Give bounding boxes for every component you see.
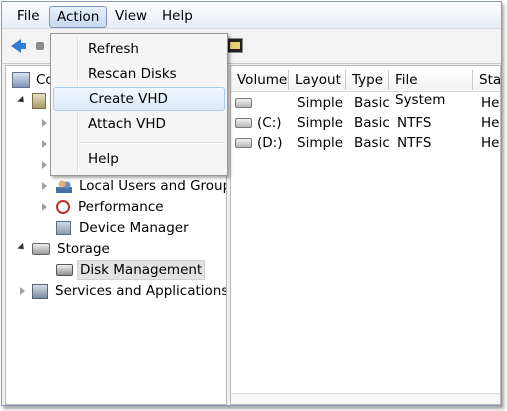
cell-fs: NTFS bbox=[397, 135, 432, 151]
menu-action[interactable]: Action bbox=[49, 6, 108, 28]
tree-local-users[interactable]: Local Users and Groups bbox=[56, 176, 227, 196]
menu-item-help[interactable]: Help bbox=[53, 147, 225, 171]
cell-type: Basic bbox=[354, 95, 390, 111]
cell-layout: Simple bbox=[297, 135, 344, 151]
storage-icon bbox=[32, 243, 50, 255]
menu-bar: File Action View Help bbox=[2, 2, 501, 29]
menu-view[interactable]: View bbox=[108, 6, 154, 26]
cell-layout: Simple bbox=[297, 115, 344, 131]
menu-separator bbox=[81, 142, 223, 144]
cell-type: Basic bbox=[354, 115, 390, 131]
col-layout[interactable]: Layout bbox=[289, 70, 346, 90]
expand-event-viewer-icon[interactable] bbox=[40, 140, 49, 149]
volume-icon bbox=[235, 118, 252, 128]
col-type[interactable]: Type bbox=[346, 70, 389, 90]
cell-type: Basic bbox=[354, 135, 390, 151]
tree-services[interactable]: Services and Applications bbox=[32, 281, 227, 301]
horizontal-scrollbar[interactable] bbox=[231, 393, 500, 404]
expand-task-scheduler-icon[interactable] bbox=[40, 119, 49, 128]
cell-volume: (C:) bbox=[257, 115, 282, 131]
users-icon bbox=[56, 179, 72, 193]
tree-performance-label: Performance bbox=[78, 199, 164, 215]
services-icon bbox=[32, 283, 48, 299]
tree-performance[interactable]: Performance bbox=[56, 197, 166, 217]
volume-list[interactable]: Volume Layout Type File System Stat Simp… bbox=[230, 65, 501, 405]
col-status[interactable]: Stat bbox=[473, 70, 500, 90]
mmc-window: File Action View Help Co Local Users and… bbox=[1, 1, 502, 406]
cell-status: Hea bbox=[481, 115, 500, 131]
menu-item-create-vhd[interactable]: Create VHD bbox=[53, 87, 225, 111]
tree-device-manager[interactable]: Device Manager bbox=[56, 218, 191, 238]
action-menu: Refresh Rescan Disks Create VHD Attach V… bbox=[50, 33, 228, 176]
cell-layout: Simple bbox=[297, 95, 344, 111]
cell-volume: (D:) bbox=[257, 135, 283, 151]
expand-shared-folders-icon[interactable] bbox=[40, 161, 49, 170]
forward-icon[interactable] bbox=[36, 42, 44, 50]
expand-performance-icon[interactable] bbox=[40, 203, 49, 212]
computer-management-icon bbox=[12, 72, 30, 88]
performance-icon bbox=[56, 200, 70, 214]
cell-status: Hea bbox=[481, 95, 500, 111]
menu-file[interactable]: File bbox=[10, 6, 47, 26]
disk-management-icon bbox=[56, 264, 73, 276]
menu-help[interactable]: Help bbox=[155, 6, 200, 26]
cell-status: Hea bbox=[481, 135, 500, 151]
volume-icon bbox=[235, 138, 252, 148]
expand-local-users-icon[interactable] bbox=[40, 182, 49, 191]
menu-item-attach-vhd[interactable]: Attach VHD bbox=[53, 112, 225, 136]
volume-icon bbox=[235, 98, 252, 108]
system-tools-icon bbox=[32, 93, 46, 109]
tree-storage-label: Storage bbox=[57, 241, 110, 257]
expand-system-tools-icon[interactable] bbox=[17, 95, 27, 107]
cell-fs: NTFS bbox=[397, 115, 432, 131]
console-icon[interactable] bbox=[227, 38, 243, 53]
menu-item-rescan-disks[interactable]: Rescan Disks bbox=[53, 62, 225, 86]
tree-disk-management-label: Disk Management bbox=[77, 260, 206, 280]
expand-services-icon[interactable] bbox=[18, 287, 27, 296]
col-file-system[interactable]: File System bbox=[389, 70, 473, 108]
tree-device-manager-label: Device Manager bbox=[79, 220, 189, 236]
tree-storage[interactable]: Storage bbox=[32, 239, 112, 259]
col-volume[interactable]: Volume bbox=[231, 70, 289, 90]
collapse-storage-icon[interactable] bbox=[17, 242, 27, 254]
tree-disk-management[interactable]: Disk Management bbox=[56, 260, 206, 280]
menu-item-refresh[interactable]: Refresh bbox=[53, 37, 225, 61]
tree-services-label: Services and Applications bbox=[55, 283, 227, 299]
device-manager-icon bbox=[56, 221, 71, 235]
tree-local-users-label: Local Users and Groups bbox=[79, 178, 227, 194]
